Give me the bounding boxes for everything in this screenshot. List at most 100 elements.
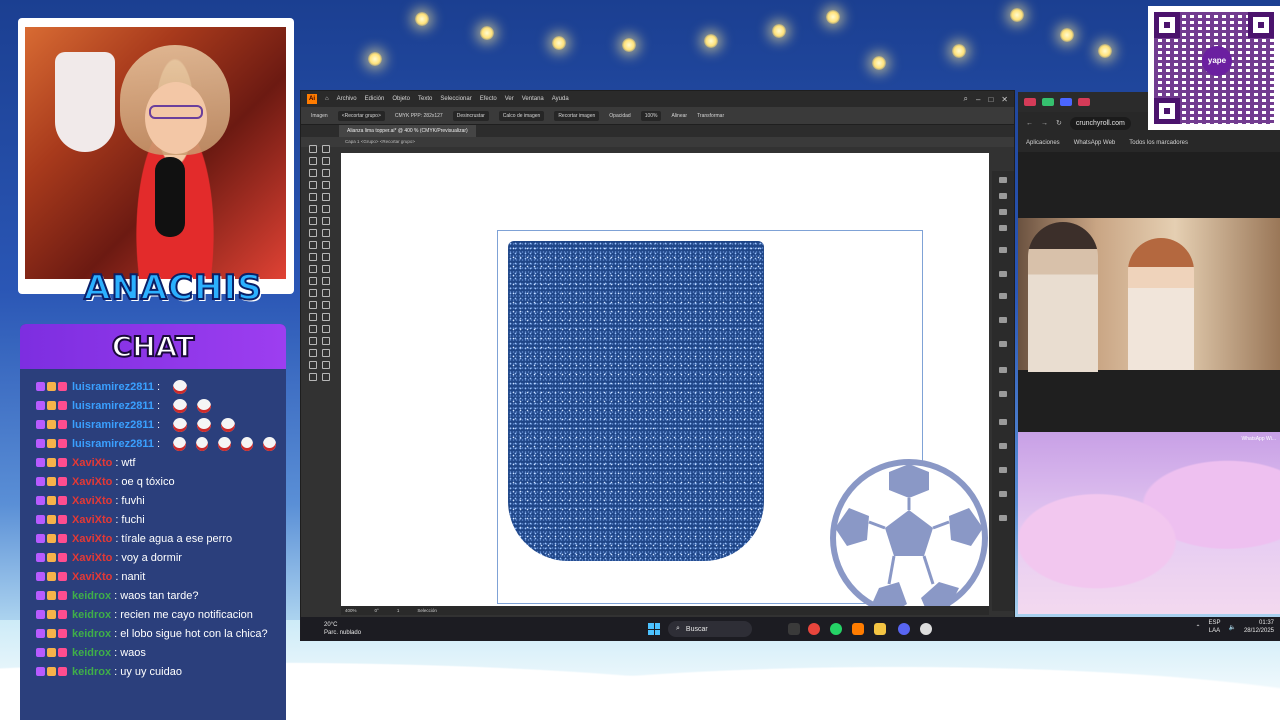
tool-icon[interactable] bbox=[309, 301, 317, 309]
tool-icon[interactable] bbox=[322, 277, 330, 285]
document-tab[interactable]: Alianza lima topper.ai* @ 400 % (CMYK/Pr… bbox=[339, 125, 476, 137]
opacity-field[interactable]: 100% bbox=[640, 110, 662, 121]
weather-widget[interactable]: 20°C Parc. nublado bbox=[324, 621, 361, 637]
tool-icon[interactable] bbox=[309, 325, 317, 333]
panel-icon[interactable] bbox=[999, 225, 1007, 231]
menu-item[interactable]: Seleccionar bbox=[440, 96, 471, 102]
panel-icon[interactable] bbox=[999, 419, 1007, 425]
close-icon[interactable]: ✕ bbox=[1001, 95, 1008, 104]
tool-icon[interactable] bbox=[322, 217, 330, 225]
windows-start-icon[interactable] bbox=[648, 623, 660, 635]
whatsapp-icon[interactable] bbox=[830, 623, 842, 635]
folder-icon[interactable] bbox=[874, 623, 886, 635]
tool-icon[interactable] bbox=[309, 337, 317, 345]
browser-tab[interactable] bbox=[1060, 98, 1072, 106]
bookmark-all[interactable]: Todos los marcadores bbox=[1129, 140, 1188, 146]
tool-icon[interactable] bbox=[322, 169, 330, 177]
desktop-shortcut-label[interactable]: WhatsApp Wi... bbox=[1242, 436, 1276, 442]
browser-tab[interactable] bbox=[1078, 98, 1090, 106]
panel-icon[interactable] bbox=[999, 209, 1007, 215]
tool-icon[interactable] bbox=[322, 265, 330, 273]
menu-item[interactable]: Texto bbox=[418, 96, 432, 102]
crop-image-button[interactable]: Recortar imagen bbox=[554, 110, 600, 121]
volume-icon[interactable]: 🔈 bbox=[1228, 624, 1235, 631]
tool-icon[interactable] bbox=[322, 349, 330, 357]
tool-icon[interactable] bbox=[322, 205, 330, 213]
panel-icon[interactable] bbox=[999, 177, 1007, 183]
panel-icon[interactable] bbox=[999, 515, 1007, 521]
maximize-icon[interactable]: □ bbox=[988, 95, 993, 104]
props-item[interactable]: <Recortar grupo> bbox=[337, 110, 385, 121]
anime-video-player[interactable] bbox=[1018, 218, 1280, 372]
tool-icon[interactable] bbox=[309, 349, 317, 357]
tool-icon[interactable] bbox=[309, 289, 317, 297]
tool-icon[interactable] bbox=[309, 229, 317, 237]
chevron-up-icon[interactable]: ⌃ bbox=[1195, 624, 1200, 631]
tool-icon[interactable] bbox=[322, 253, 330, 261]
taskbar-search[interactable]: ⌕ Buscar bbox=[668, 621, 752, 637]
panel-icon[interactable] bbox=[999, 443, 1007, 449]
panel-icon[interactable] bbox=[999, 391, 1007, 397]
tool-icon[interactable] bbox=[309, 253, 317, 261]
tool-icon[interactable] bbox=[322, 325, 330, 333]
obs-icon[interactable] bbox=[920, 623, 932, 635]
tool-icon[interactable] bbox=[322, 301, 330, 309]
language-indicator[interactable]: ESP LAA bbox=[1208, 619, 1220, 635]
tool-icon[interactable] bbox=[309, 157, 317, 165]
artboard[interactable] bbox=[341, 153, 989, 606]
illustrator-taskbar-icon[interactable] bbox=[852, 623, 864, 635]
panel-icon[interactable] bbox=[999, 293, 1007, 299]
tool-icon[interactable] bbox=[322, 373, 330, 381]
soccer-ball-image[interactable] bbox=[829, 458, 989, 606]
panel-icon[interactable] bbox=[999, 271, 1007, 277]
back-icon[interactable]: ← bbox=[1026, 120, 1033, 127]
tool-icon[interactable] bbox=[322, 157, 330, 165]
tool-icon[interactable] bbox=[309, 277, 317, 285]
panel-icon[interactable] bbox=[999, 491, 1007, 497]
search-icon[interactable]: ⌕ bbox=[964, 94, 968, 104]
menu-item[interactable]: Efecto bbox=[480, 96, 497, 102]
panel-icon[interactable] bbox=[999, 467, 1007, 473]
align-button[interactable]: Alinear bbox=[671, 113, 687, 119]
home-icon[interactable]: ⌂ bbox=[325, 96, 329, 102]
tool-icon[interactable] bbox=[309, 205, 317, 213]
tool-icon[interactable] bbox=[309, 193, 317, 201]
tool-icon[interactable] bbox=[322, 145, 330, 153]
chrome-icon[interactable] bbox=[808, 623, 820, 635]
bookmark-apps[interactable]: Aplicaciones bbox=[1026, 140, 1060, 146]
image-trace-button[interactable]: Calco de imagen bbox=[498, 110, 545, 121]
url-field[interactable]: crunchyroll.com bbox=[1069, 116, 1131, 130]
panel-icon[interactable] bbox=[999, 247, 1007, 253]
menu-item[interactable]: Objeto bbox=[392, 96, 410, 102]
tool-icon[interactable] bbox=[322, 193, 330, 201]
tool-icon[interactable] bbox=[322, 181, 330, 189]
tool-icon[interactable] bbox=[322, 289, 330, 297]
minimize-icon[interactable]: – bbox=[976, 95, 980, 104]
menu-item[interactable]: Edición bbox=[365, 96, 385, 102]
tool-icon[interactable] bbox=[322, 361, 330, 369]
glitter-shape[interactable] bbox=[508, 241, 764, 561]
tool-icon[interactable] bbox=[322, 241, 330, 249]
tool-icon[interactable] bbox=[309, 217, 317, 225]
browser-tab[interactable] bbox=[1024, 98, 1036, 106]
zoom-level[interactable]: 400% bbox=[345, 608, 357, 613]
menu-item[interactable]: Archivo bbox=[337, 96, 357, 102]
tool-icon[interactable] bbox=[322, 229, 330, 237]
browser-tab[interactable] bbox=[1042, 98, 1054, 106]
tool-icon[interactable] bbox=[309, 265, 317, 273]
reload-icon[interactable]: ↻ bbox=[1056, 119, 1062, 127]
menu-item[interactable]: Ventana bbox=[522, 96, 544, 102]
discord-icon[interactable] bbox=[898, 623, 910, 635]
tool-icon[interactable] bbox=[309, 169, 317, 177]
transform-button[interactable]: Transformar bbox=[697, 113, 724, 119]
clock[interactable]: 01:37 28/12/2025 bbox=[1244, 619, 1274, 635]
tool-icon[interactable] bbox=[322, 337, 330, 345]
embed-button[interactable]: Desincrustar bbox=[452, 110, 489, 121]
tool-icon[interactable] bbox=[309, 181, 317, 189]
tool-icon[interactable] bbox=[309, 145, 317, 153]
tool-icon[interactable] bbox=[309, 241, 317, 249]
file-explorer-icon[interactable] bbox=[788, 623, 800, 635]
forward-icon[interactable]: → bbox=[1041, 120, 1048, 127]
rotation-value[interactable]: 0° bbox=[375, 608, 379, 613]
artboard-number[interactable]: 1 bbox=[397, 608, 400, 613]
